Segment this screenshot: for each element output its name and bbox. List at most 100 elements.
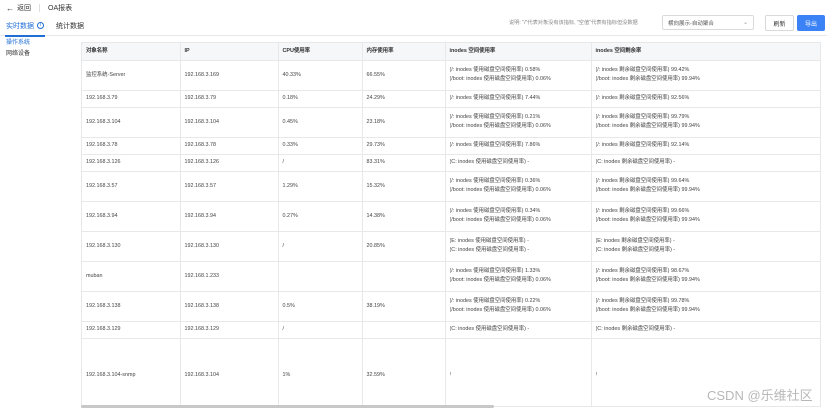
cell-memory-usage: 83.31%: [362, 154, 446, 172]
cell-line: (E: inodes 使用磁盘空间使用率) -: [449, 238, 529, 244]
column-header[interactable]: 对象名称: [82, 43, 181, 61]
cell-line: (/: inodes 剩余磁盘空间使用率) 99.66%: [595, 208, 690, 214]
tab-statistics[interactable]: 统计数据: [50, 16, 90, 36]
sidebar-item-os[interactable]: 操作系统: [0, 38, 72, 49]
cell-inodes-remaining: (/: inodes 剩余磁盘空间使用率) 99.79% (/boot: inod…: [591, 107, 820, 138]
cell-object-name: 192.168.3.78: [82, 137, 181, 155]
cell-cpu-usage: 0.33%: [278, 137, 363, 155]
arrow-left-icon: ←: [6, 3, 14, 13]
cell-inodes-used: (C: inodes 使用磁盘空间使用率) -: [445, 321, 592, 339]
cell-line: (/: inodes 使用磁盘空间使用率) 0.22%: [449, 298, 541, 304]
cell-line: (/boot: inodes 剩余磁盘空间使用率) 99.94%: [595, 277, 700, 283]
cell-memory-usage: 20.85%: [362, 231, 446, 262]
refresh-button[interactable]: 刷新: [765, 15, 794, 31]
info-icon[interactable]: i: [37, 22, 44, 29]
cell-cpu-usage: 0.5%: [278, 291, 363, 322]
cell-line: (/: inodes 剩余磁盘空间使用率) 99.78%: [595, 298, 690, 304]
cell-object-name: 192.168.3.57: [82, 171, 181, 202]
cell-ip: 192.168.3.126: [180, 154, 279, 172]
cell-line: (C: inodes 使用磁盘空间使用率) -: [449, 159, 530, 165]
cell-line: (/: inodes 使用磁盘空间使用率) 7.86%: [449, 142, 541, 148]
cell-ip: 192.168.3.104: [180, 338, 279, 406]
cell-ip: 192.168.3.169: [180, 60, 279, 91]
cell-line: (E: inodes 剩余磁盘空间使用率) -: [595, 238, 675, 244]
cell-object-name: 192.168.3.79: [82, 90, 181, 108]
cell-line: (C: inodes 使用磁盘空间使用率) -: [449, 326, 530, 332]
cell-memory-usage: [362, 321, 446, 339]
table-row[interactable]: 192.168.3.130 192.168.3.130/20.85% (E: ino…: [82, 231, 820, 262]
table-row[interactable]: 192.168.3.129 192.168.3.129/(C: inodes 使用…: [82, 321, 820, 339]
table-row[interactable]: 192.168.3.57 192.168.3.57 1.29% 15.32% (/: i…: [82, 171, 820, 202]
cell-line: (/boot: inodes 使用磁盘空间使用率) 0.06%: [449, 123, 551, 129]
back-button[interactable]: ← 返回: [6, 3, 31, 13]
column-header[interactable]: CPU使用率: [278, 43, 363, 61]
sidebar: 操作系统 网络设备: [0, 38, 72, 411]
cell-inodes-used: (/: inodes 使用磁盘空间使用率) 7.44%: [445, 90, 592, 108]
cell-line: (/: inodes 剩余磁盘空间使用率) 98.67%: [595, 268, 690, 274]
cell-cpu-usage: /: [278, 154, 363, 172]
cell-object-name: 192.168.3.104-snmp: [82, 338, 181, 406]
tab-realtime[interactable]: 实时数据 i: [0, 16, 50, 37]
cell-line: (/boot: inodes 剩余磁盘空间使用率) 99.94%: [595, 307, 700, 313]
table-row[interactable]: 192.168.3.94 192.168.3.94 0.27% 14.38% (/: i…: [82, 201, 820, 232]
cell-object-name: muban: [82, 261, 181, 292]
cell-cpu-usage: 0.27%: [278, 201, 363, 232]
cell-memory-usage: 29.73%: [362, 137, 446, 155]
cell-inodes-used: (/: inodes 使用磁盘空间使用率) 0.58% (/boot: inode…: [445, 60, 592, 91]
column-header[interactable]: IP: [180, 43, 279, 61]
cell-ip: 192.168.3.129: [180, 321, 279, 339]
table-row[interactable]: 192.168.3.126 192.168.3.126/83.31% (C: ino…: [82, 154, 820, 172]
cell-ip: 192.168.1.233: [180, 261, 279, 292]
top-bar: ← 返回 OA报表: [0, 0, 827, 16]
display-mode-select[interactable]: 横向展示-自动聚合 ⌄: [662, 15, 754, 30]
watermark: CSDN @乐维社区: [707, 388, 813, 403]
cell-inodes-remaining: (/: inodes 剩余磁盘空间使用率) 92.56%: [591, 90, 820, 108]
cell-line: (/: inodes 剩余磁盘空间使用率) 99.64%: [595, 178, 690, 184]
divider: [39, 4, 40, 12]
table-row[interactable]: 192.168.3.78 192.168.3.78 0.33% 29.73% (/: i…: [82, 137, 820, 155]
column-header[interactable]: inodes 空间使用率: [445, 43, 592, 61]
chevron-down-icon: ⌄: [742, 20, 748, 26]
cell-inodes-remaining: (/: inodes 剩余磁盘空间使用率) 99.42% (/boot: inod…: [591, 60, 820, 91]
table-row[interactable]: 192.168.3.79 192.168.3.79 0.18% 24.29% (/: i…: [82, 90, 820, 108]
column-header[interactable]: inodes 空间剩余率: [591, 43, 820, 61]
back-label: 返回: [17, 5, 31, 12]
cell-line: (/boot: inodes 使用磁盘空间使用率) 0.06%: [449, 76, 551, 82]
horizontal-scrollbar[interactable]: [81, 405, 494, 408]
cell-memory-usage: [362, 261, 446, 292]
cell-line: (C: inodes 使用磁盘空间使用率) -: [449, 247, 530, 253]
cell-cpu-usage: 0.45%: [278, 107, 363, 138]
cell-inodes-used: (/: inodes 使用磁盘空间使用率) 0.34% (/boot: inode…: [445, 201, 592, 232]
cell-memory-usage: 38.19%: [362, 291, 446, 322]
table-row[interactable]: 192.168.3.138 192.168.3.138 0.5% 38.19% (/: …: [82, 291, 820, 322]
cell-inodes-used: (/: inodes 使用磁盘空间使用率) 0.22% (/boot: inode…: [445, 291, 592, 322]
cell-line: (C: inodes 剩余磁盘空间使用率) -: [595, 247, 676, 253]
cell-line: /: [595, 372, 598, 378]
table-row[interactable]: muban 192.168.1.233 (/: inodes 使用磁盘空间使用率) …: [82, 261, 820, 292]
cell-line: (/: inodes 剩余磁盘空间使用率) 92.14%: [595, 142, 690, 148]
cell-ip: 192.168.3.130: [180, 231, 279, 262]
page-title: OA报表: [48, 5, 73, 12]
table-row[interactable]: 监控系统-Server 192.168.3.169 40.33% 66.55% (/: …: [82, 60, 820, 91]
sidebar-item-network[interactable]: 网络设备: [0, 49, 72, 60]
cell-line: (/: inodes 剩余磁盘空间使用率) 99.79%: [595, 114, 690, 120]
cell-object-name: 192.168.3.94: [82, 201, 181, 232]
cell-line: (/boot: inodes 剩余磁盘空间使用率) 99.94%: [595, 187, 700, 193]
column-header[interactable]: 内存使用率: [362, 43, 446, 61]
data-table: 对象名称 IP CPU使用率 内存使用率 inodes 空间使用率 inodes…: [81, 42, 821, 407]
cell-memory-usage: 24.29%: [362, 90, 446, 108]
cell-cpu-usage: /: [278, 231, 363, 262]
table-row[interactable]: 192.168.3.104 192.168.3.104 0.45% 23.18% (/:…: [82, 107, 820, 138]
cell-line: (/boot: inodes 剩余磁盘空间使用率) 99.94%: [595, 76, 700, 82]
cell-inodes-remaining: (C: inodes 剩余磁盘空间使用率) -: [591, 321, 820, 339]
cell-object-name: 192.168.3.126: [82, 154, 181, 172]
cell-line: (/: inodes 使用磁盘空间使用率) 0.21%: [449, 114, 541, 120]
cell-line: (/: inodes 使用磁盘空间使用率) 0.58%: [449, 67, 541, 73]
cell-object-name: 192.168.3.104: [82, 107, 181, 138]
display-mode-value: 横向展示-自动聚合: [668, 20, 714, 27]
cell-inodes-remaining: (/: inodes 剩余磁盘空间使用率) 92.14%: [591, 137, 820, 155]
cell-inodes-used: (/: inodes 使用磁盘空间使用率) 0.36% (/boot: inode…: [445, 171, 592, 202]
cell-cpu-usage: 1%: [278, 338, 363, 406]
export-button[interactable]: 导出: [797, 15, 825, 31]
cell-memory-usage: 15.32%: [362, 171, 446, 202]
